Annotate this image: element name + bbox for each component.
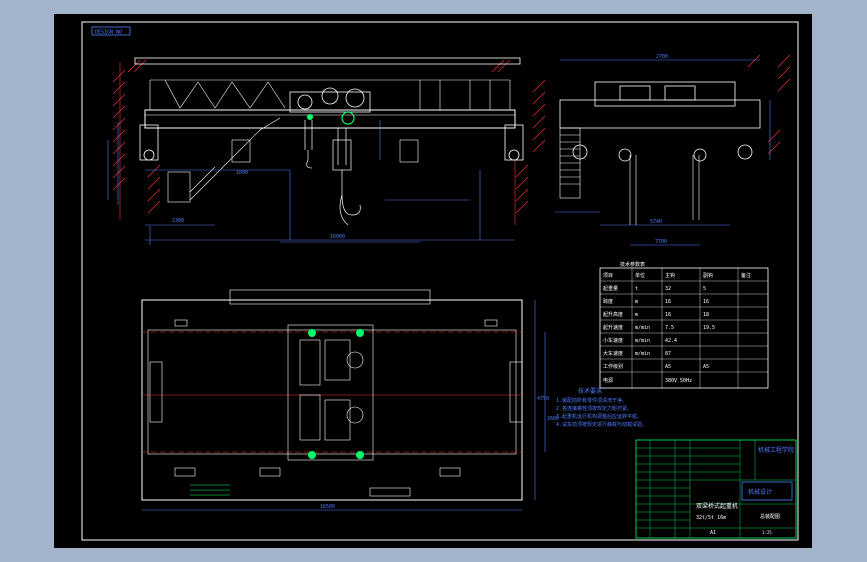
param-cell: 87 xyxy=(665,351,671,357)
company-name: 机械设计 xyxy=(748,488,772,496)
param-header-main: 主钩 xyxy=(665,272,675,279)
param-cell: 5 xyxy=(703,286,706,292)
param-cell: A5 xyxy=(665,364,671,370)
param-cell: 起升速度 xyxy=(603,324,623,331)
left-dimension-b: 1600 xyxy=(236,170,248,176)
sheet-size: A1 xyxy=(710,530,716,536)
param-cell: 起升高度 xyxy=(603,311,623,318)
plan-total-dimension: 16500 xyxy=(320,504,335,510)
param-cell: 18 xyxy=(703,312,709,318)
param-cell: 380V 50Hz xyxy=(665,378,692,384)
note-line: 2.各连接螺栓须按规定力矩拧紧。 xyxy=(556,405,632,412)
note-line: 3.起重机运行机构调整后应运转平稳。 xyxy=(556,413,642,420)
param-header-item: 项目 xyxy=(603,273,613,279)
drawing-name: 双梁桥式起重机 xyxy=(696,502,738,510)
param-cell: A5 xyxy=(703,364,709,370)
side-bottom-dimension: 7700 xyxy=(655,239,667,245)
side-mid-dimension: 5740 xyxy=(650,219,662,225)
school-name: 机械工程学院 xyxy=(758,446,794,454)
param-cell: 16 xyxy=(665,312,671,318)
drawing-scale: 1:25 xyxy=(762,530,772,535)
param-header-note: 备注 xyxy=(741,272,751,279)
param-cell: 跨度 xyxy=(603,298,613,305)
param-header-unit: 单位 xyxy=(635,272,645,279)
param-cell: m xyxy=(635,299,638,305)
param-cell: 工作级别 xyxy=(603,363,623,370)
param-cell: 42.4 xyxy=(665,338,677,344)
param-header-aux: 副钩 xyxy=(703,272,713,279)
param-cell: 7.5 xyxy=(665,325,674,331)
param-cell: 19.5 xyxy=(703,325,715,331)
param-cell: 小车速度 xyxy=(603,337,623,344)
param-cell: 32 xyxy=(665,286,671,292)
param-cell: m/min xyxy=(635,338,650,344)
cad-drawing-sheet: DESIGN NO 16000 2300 1600 2700 5740 7700… xyxy=(54,14,812,548)
param-table-title: 技术参数表 xyxy=(620,261,645,268)
drawing-tag: DESIGN NO xyxy=(95,30,122,36)
param-cell: 16 xyxy=(703,299,709,305)
sub-drawing-name: 总装配图 xyxy=(760,513,780,520)
note-line: 1.装配前所有零件须清洗干净。 xyxy=(556,397,627,404)
param-cell: m/min xyxy=(635,325,650,331)
param-cell: 16 xyxy=(665,299,671,305)
param-cell: 大车速度 xyxy=(603,350,623,357)
side-top-dimension: 2700 xyxy=(656,54,668,60)
plan-height-dimension: 4750 xyxy=(537,396,549,402)
drawing-spec: 32t/5t 16m xyxy=(696,515,726,521)
left-dimension-a: 2300 xyxy=(172,218,184,224)
notes-title: 技术要求 xyxy=(578,387,602,395)
note-line: 4.试车前须按规定进行静载与动载试验。 xyxy=(556,421,647,428)
param-cell: t xyxy=(635,286,638,292)
param-cell: m xyxy=(635,312,638,318)
param-cell: m/min xyxy=(635,351,650,357)
param-cell: 起重量 xyxy=(603,285,618,292)
span-dimension: 16000 xyxy=(330,234,345,240)
param-cell: 电源 xyxy=(603,377,613,384)
